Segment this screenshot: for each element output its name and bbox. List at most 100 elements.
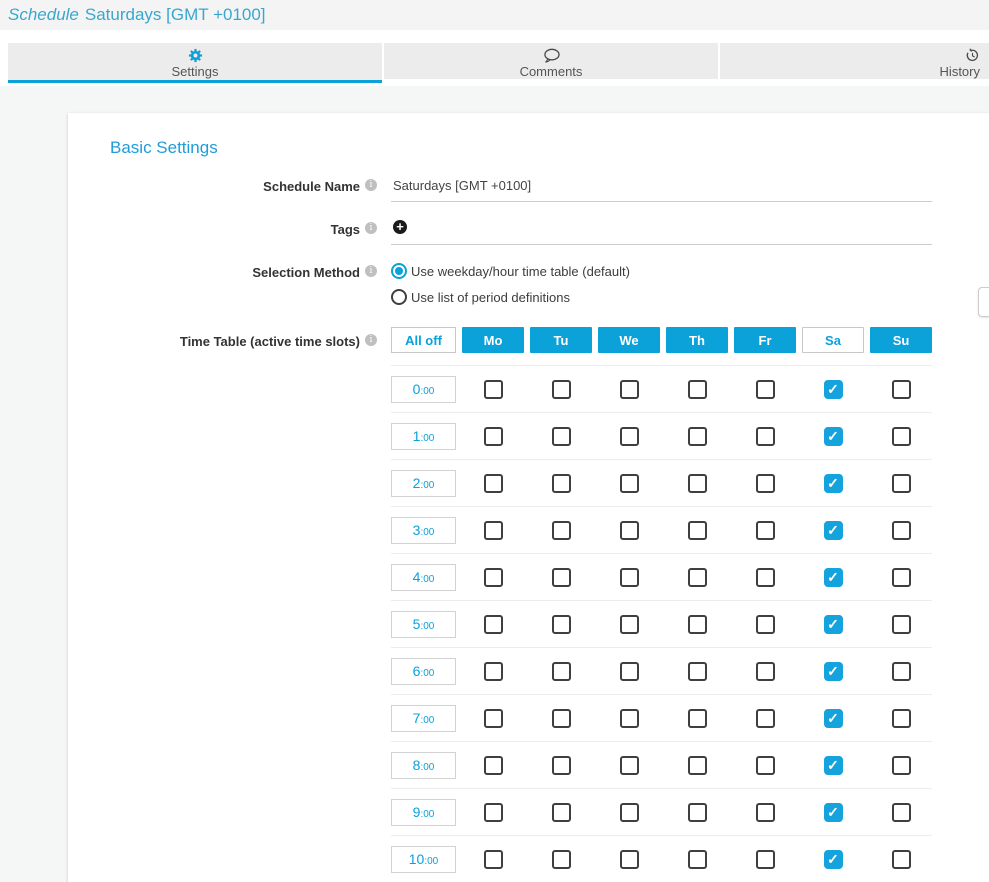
add-tag-button[interactable]: [393, 220, 407, 234]
tab-comments[interactable]: Comments: [384, 43, 718, 79]
side-panel-handle[interactable]: [978, 287, 989, 317]
timeslot-checkbox-we-9[interactable]: [620, 803, 639, 822]
timeslot-checkbox-mo-7[interactable]: [484, 709, 503, 728]
hour-toggle-3[interactable]: 3:00: [391, 517, 456, 544]
timeslot-checkbox-th-10[interactable]: [688, 850, 707, 869]
hour-toggle-0[interactable]: 0:00: [391, 376, 456, 403]
timeslot-checkbox-su-3[interactable]: [892, 521, 911, 540]
timeslot-checkbox-we-4[interactable]: [620, 568, 639, 587]
timeslot-checkbox-sa-9[interactable]: [824, 803, 843, 822]
info-icon[interactable]: [365, 265, 377, 277]
timeslot-checkbox-fr-7[interactable]: [756, 709, 775, 728]
timeslot-checkbox-we-7[interactable]: [620, 709, 639, 728]
timeslot-checkbox-su-7[interactable]: [892, 709, 911, 728]
timeslot-checkbox-th-9[interactable]: [688, 803, 707, 822]
timeslot-checkbox-we-5[interactable]: [620, 615, 639, 634]
timeslot-checkbox-th-5[interactable]: [688, 615, 707, 634]
timeslot-checkbox-sa-7[interactable]: [824, 709, 843, 728]
timeslot-checkbox-fr-3[interactable]: [756, 521, 775, 540]
tab-history[interactable]: History: [720, 43, 989, 79]
day-toggle-we[interactable]: We: [598, 327, 660, 353]
timeslot-checkbox-su-8[interactable]: [892, 756, 911, 775]
timeslot-checkbox-we-2[interactable]: [620, 474, 639, 493]
timeslot-checkbox-sa-1[interactable]: [824, 427, 843, 446]
info-icon[interactable]: [365, 222, 377, 234]
hour-toggle-1[interactable]: 1:00: [391, 423, 456, 450]
hour-toggle-9[interactable]: 9:00: [391, 799, 456, 826]
timeslot-checkbox-mo-10[interactable]: [484, 850, 503, 869]
timeslot-checkbox-we-8[interactable]: [620, 756, 639, 775]
timeslot-checkbox-th-1[interactable]: [688, 427, 707, 446]
timeslot-checkbox-th-2[interactable]: [688, 474, 707, 493]
hour-toggle-10[interactable]: 10:00: [391, 846, 456, 873]
timeslot-checkbox-su-6[interactable]: [892, 662, 911, 681]
timeslot-checkbox-we-6[interactable]: [620, 662, 639, 681]
timeslot-checkbox-tu-6[interactable]: [552, 662, 571, 681]
hour-toggle-6[interactable]: 6:00: [391, 658, 456, 685]
timeslot-checkbox-mo-8[interactable]: [484, 756, 503, 775]
timeslot-checkbox-mo-9[interactable]: [484, 803, 503, 822]
timeslot-checkbox-fr-8[interactable]: [756, 756, 775, 775]
timeslot-checkbox-tu-4[interactable]: [552, 568, 571, 587]
timeslot-checkbox-su-9[interactable]: [892, 803, 911, 822]
timeslot-checkbox-fr-10[interactable]: [756, 850, 775, 869]
radio-unselected-icon[interactable]: [391, 289, 407, 305]
timeslot-checkbox-mo-2[interactable]: [484, 474, 503, 493]
radio-selected-icon[interactable]: [391, 263, 407, 279]
timeslot-checkbox-sa-8[interactable]: [824, 756, 843, 775]
timeslot-checkbox-mo-4[interactable]: [484, 568, 503, 587]
timeslot-checkbox-su-0[interactable]: [892, 380, 911, 399]
hour-toggle-8[interactable]: 8:00: [391, 752, 456, 779]
timeslot-checkbox-fr-9[interactable]: [756, 803, 775, 822]
schedule-name-input[interactable]: [391, 177, 932, 202]
info-icon[interactable]: [365, 179, 377, 191]
timeslot-checkbox-fr-6[interactable]: [756, 662, 775, 681]
timeslot-checkbox-we-1[interactable]: [620, 427, 639, 446]
hour-toggle-4[interactable]: 4:00: [391, 564, 456, 591]
timeslot-checkbox-mo-3[interactable]: [484, 521, 503, 540]
timeslot-checkbox-su-10[interactable]: [892, 850, 911, 869]
timeslot-checkbox-th-8[interactable]: [688, 756, 707, 775]
timeslot-checkbox-fr-0[interactable]: [756, 380, 775, 399]
timeslot-checkbox-mo-0[interactable]: [484, 380, 503, 399]
timeslot-checkbox-tu-5[interactable]: [552, 615, 571, 634]
day-toggle-sa[interactable]: Sa: [802, 327, 864, 353]
selection-method-option[interactable]: Use weekday/hour time table (default): [391, 263, 932, 279]
timeslot-checkbox-sa-10[interactable]: [824, 850, 843, 869]
day-toggle-fr[interactable]: Fr: [734, 327, 796, 353]
day-toggle-mo[interactable]: Mo: [462, 327, 524, 353]
timeslot-checkbox-sa-6[interactable]: [824, 662, 843, 681]
timeslot-checkbox-we-10[interactable]: [620, 850, 639, 869]
timeslot-checkbox-su-4[interactable]: [892, 568, 911, 587]
timeslot-checkbox-tu-2[interactable]: [552, 474, 571, 493]
timeslot-checkbox-su-2[interactable]: [892, 474, 911, 493]
timeslot-checkbox-su-5[interactable]: [892, 615, 911, 634]
timeslot-checkbox-mo-5[interactable]: [484, 615, 503, 634]
timeslot-checkbox-su-1[interactable]: [892, 427, 911, 446]
timeslot-checkbox-fr-5[interactable]: [756, 615, 775, 634]
timeslot-checkbox-tu-8[interactable]: [552, 756, 571, 775]
timeslot-checkbox-sa-0[interactable]: [824, 380, 843, 399]
timeslot-checkbox-we-3[interactable]: [620, 521, 639, 540]
timeslot-checkbox-tu-3[interactable]: [552, 521, 571, 540]
hour-toggle-7[interactable]: 7:00: [391, 705, 456, 732]
timeslot-checkbox-th-7[interactable]: [688, 709, 707, 728]
timeslot-checkbox-mo-6[interactable]: [484, 662, 503, 681]
timeslot-checkbox-tu-9[interactable]: [552, 803, 571, 822]
info-icon[interactable]: [365, 334, 377, 346]
timeslot-checkbox-fr-1[interactable]: [756, 427, 775, 446]
hour-toggle-5[interactable]: 5:00: [391, 611, 456, 638]
timeslot-checkbox-tu-1[interactable]: [552, 427, 571, 446]
timeslot-checkbox-we-0[interactable]: [620, 380, 639, 399]
timeslot-checkbox-sa-2[interactable]: [824, 474, 843, 493]
timeslot-checkbox-tu-10[interactable]: [552, 850, 571, 869]
tab-settings[interactable]: Settings: [8, 43, 382, 83]
timeslot-checkbox-th-6[interactable]: [688, 662, 707, 681]
hour-toggle-2[interactable]: 2:00: [391, 470, 456, 497]
selection-method-option[interactable]: Use list of period definitions: [391, 289, 932, 305]
timeslot-checkbox-th-0[interactable]: [688, 380, 707, 399]
timeslot-checkbox-fr-2[interactable]: [756, 474, 775, 493]
day-toggle-tu[interactable]: Tu: [530, 327, 592, 353]
day-toggle-su[interactable]: Su: [870, 327, 932, 353]
timeslot-checkbox-tu-0[interactable]: [552, 380, 571, 399]
